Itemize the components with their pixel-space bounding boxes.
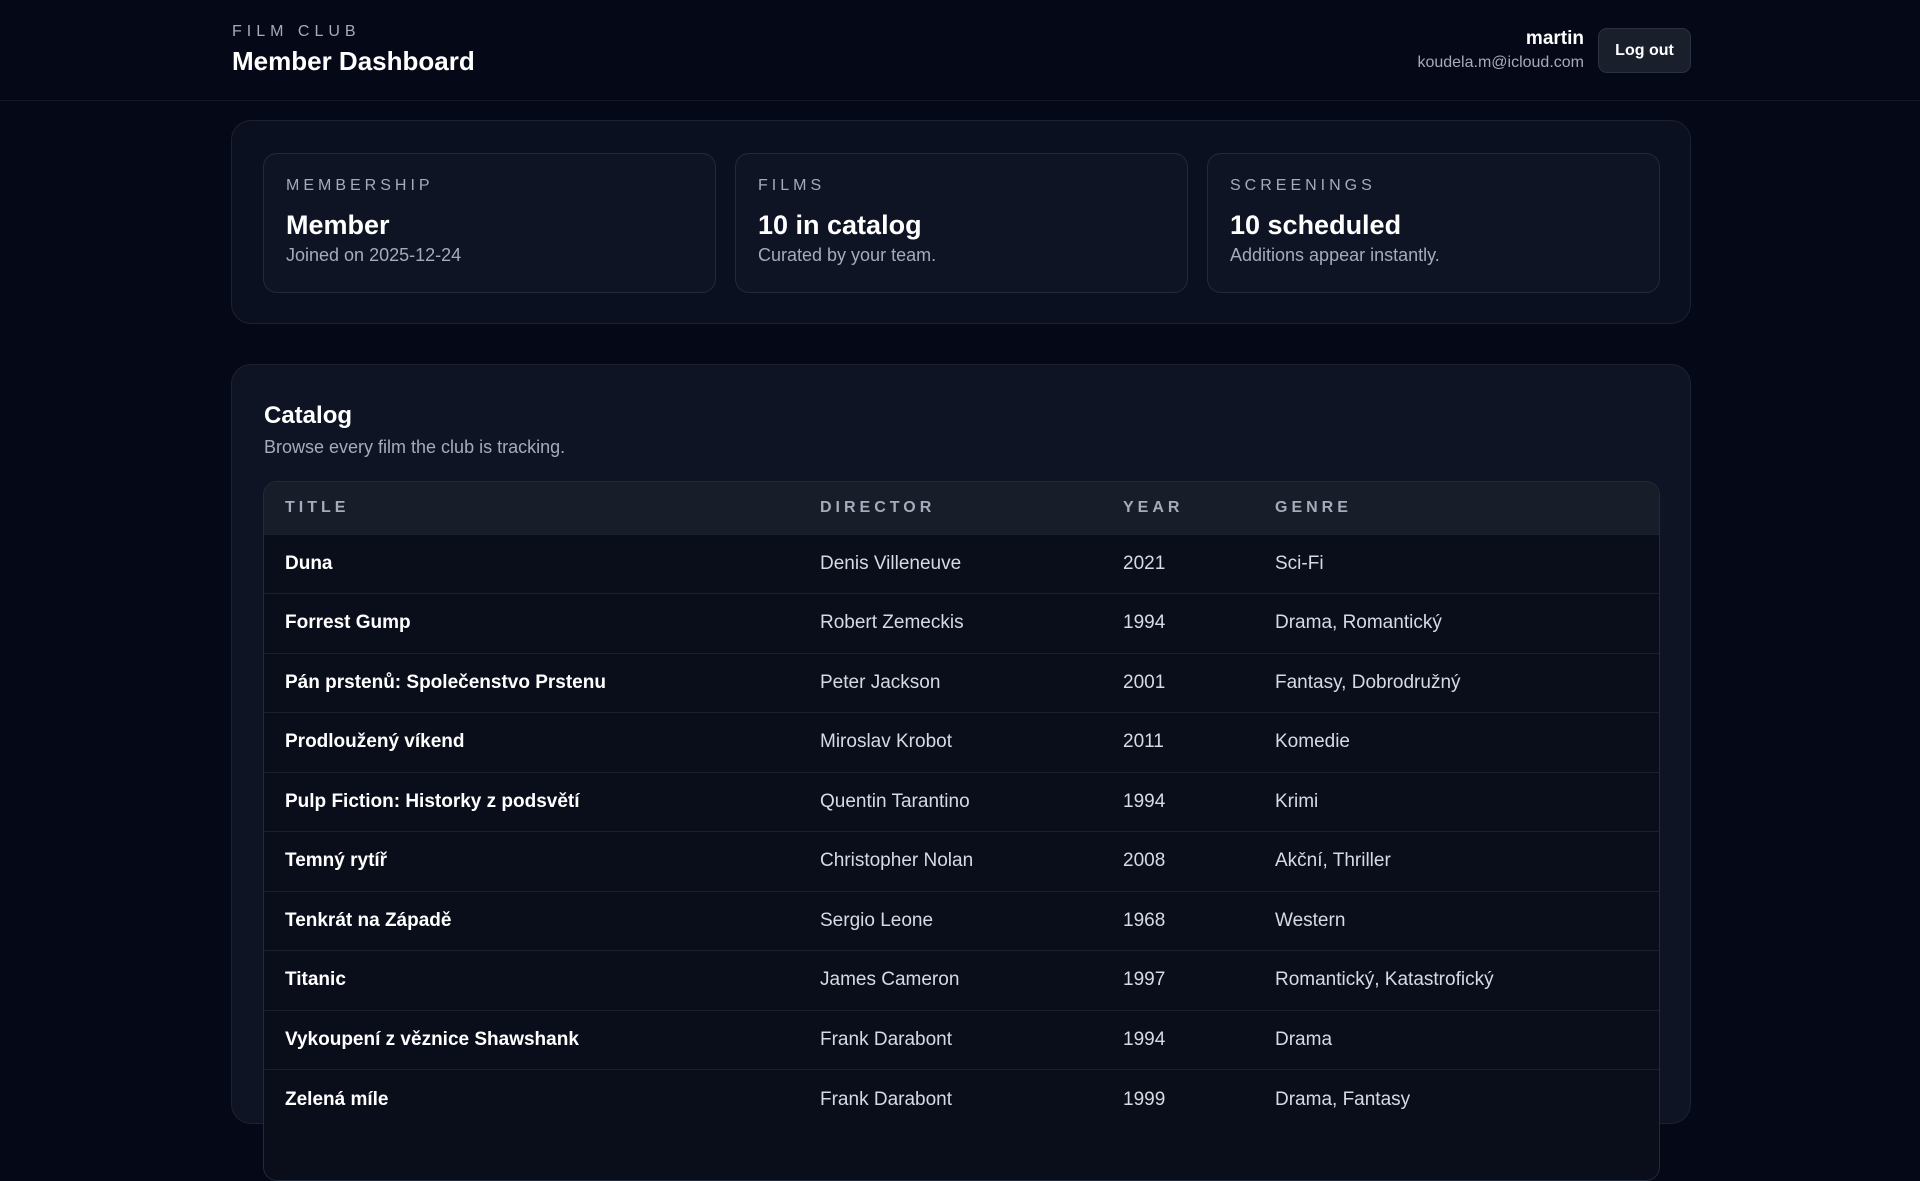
film-title: Tenkrát na Západě (285, 909, 452, 931)
stat-value: Member (286, 210, 390, 240)
stat-subtitle: Joined on 2025-12-24 (286, 245, 462, 265)
table-row: Vykoupení z věznice Shawshank Frank Darab… (264, 1010, 1659, 1070)
stat-value: 10 scheduled (1230, 210, 1402, 240)
film-genre: Drama, Fantasy (1275, 1088, 1411, 1110)
film-year: 1994 (1123, 612, 1166, 634)
film-year: 2021 (1123, 552, 1166, 574)
film-genre: Akční, Thriller (1275, 850, 1391, 872)
table-row: Pán prstenů: Společenstvo Prstenu Peter J… (264, 653, 1659, 713)
top-bar: FILM CLUB Member Dashboard martin koudel… (0, 0, 1920, 101)
page-title: Member Dashboard (232, 46, 475, 76)
column-header-title: TITLE (285, 498, 350, 516)
film-director: Christopher Nolan (820, 850, 974, 872)
film-director: Peter Jackson (820, 671, 941, 693)
film-genre: Western (1275, 909, 1346, 931)
column-header-director: DIRECTOR (820, 498, 936, 516)
film-director: Frank Darabont (820, 1088, 953, 1110)
user-name: martin (1525, 28, 1584, 49)
film-genre: Romantický, Katastrofický (1275, 969, 1494, 991)
table-row: Temný rytíř Christopher Nolan 2008 Akční, T… (264, 831, 1659, 892)
column-header-year: YEAR (1123, 498, 1184, 516)
table-row: Duna Denis Villeneuve 2021 Sci-Fi (264, 534, 1659, 594)
stat-value: 10 in catalog (758, 210, 922, 240)
stat-label: MEMBERSHIP (286, 177, 434, 194)
film-title: Temný rytíř (285, 850, 388, 872)
catalog-title: Catalog (264, 402, 353, 429)
film-genre: Drama (1275, 1028, 1333, 1050)
film-director: Denis Villeneuve (820, 552, 962, 574)
film-director: Frank Darabont (820, 1028, 953, 1050)
user-info: martin koudela.m@icloud.com (1417, 28, 1584, 74)
stat-card-films: FILMS 10 in catalog Curated by your team… (735, 153, 1188, 293)
film-title: Duna (285, 552, 333, 574)
film-director: Robert Zemeckis (820, 612, 964, 634)
stat-label: FILMS (758, 177, 826, 194)
film-genre: Drama, Romantický (1275, 612, 1442, 634)
brand-kicker: FILM CLUB (232, 23, 361, 40)
film-year: 2011 (1123, 731, 1164, 753)
table-row: Pulp Fiction: Historky z podsvětí Quentin… (264, 772, 1659, 832)
film-year: 2008 (1123, 850, 1166, 872)
film-title: Titanic (285, 969, 346, 991)
table-row: Prodloužený víkend Miroslav Krobot 2011 Kom… (264, 712, 1659, 773)
film-genre: Komedie (1275, 731, 1350, 753)
film-genre: Sci-Fi (1275, 552, 1324, 574)
film-title: Pulp Fiction: Historky z podsvětí (285, 790, 580, 812)
film-year: 1968 (1123, 909, 1166, 931)
film-title: Pán prstenů: Společenstvo Prstenu (285, 671, 606, 693)
film-director: Quentin Tarantino (820, 790, 970, 812)
stats-panel: MEMBERSHIP Member Joined on 2025-12-24 F… (231, 120, 1691, 324)
catalog-table-container[interactable]: TITLE DIRECTOR YEAR GENRE Duna Denis Vill… (263, 481, 1660, 1181)
user-email: koudela.m@icloud.com (1417, 54, 1584, 71)
film-director: James Cameron (820, 969, 960, 991)
film-director: Miroslav Krobot (820, 731, 952, 753)
catalog-table: TITLE DIRECTOR YEAR GENRE Duna Denis Vill… (264, 482, 1659, 1129)
film-genre: Krimi (1275, 790, 1319, 812)
stat-card-screenings: SCREENINGS 10 scheduled Additions appear… (1207, 153, 1660, 293)
brand: FILM CLUB Member Dashboard (232, 22, 475, 78)
table-row: Tenkrát na Západě Sergio Leone 1968 Western (264, 891, 1659, 951)
logout-button[interactable]: Log out (1598, 28, 1691, 73)
column-header-genre: GENRE (1275, 498, 1352, 516)
stat-card-membership: MEMBERSHIP Member Joined on 2025-12-24 (263, 153, 716, 293)
table-row: Titanic James Cameron 1997 Romantický, Kata… (264, 950, 1659, 1011)
film-title: Zelená míle (285, 1088, 389, 1110)
stat-label: SCREENINGS (1230, 177, 1376, 194)
table-header-row: TITLE DIRECTOR YEAR GENRE (264, 482, 1659, 534)
film-title: Vykoupení z věznice Shawshank (285, 1028, 579, 1050)
table-row: Zelená míle Frank Darabont 1999 Drama, Fant… (264, 1069, 1659, 1130)
film-director: Sergio Leone (820, 909, 934, 931)
stat-subtitle: Curated by your team. (758, 245, 937, 265)
film-title: Prodloužený víkend (285, 731, 465, 753)
film-title: Forrest Gump (285, 612, 411, 634)
table-row: Forrest Gump Robert Zemeckis 1994 Drama, Ro… (264, 593, 1659, 654)
film-year: 2001 (1123, 671, 1166, 693)
film-year: 1997 (1123, 969, 1166, 991)
stat-subtitle: Additions appear instantly. (1230, 245, 1440, 265)
film-year: 1994 (1123, 1028, 1166, 1050)
catalog-panel: Catalog Browse every film the club is tr… (231, 364, 1691, 1181)
table-body: Duna Denis Villeneuve 2021 Sci-Fi Forrest Gu… (264, 534, 1659, 1129)
catalog-subtitle: Browse every film the club is tracking. (264, 437, 566, 457)
table-header: TITLE DIRECTOR YEAR GENRE (264, 482, 1659, 534)
film-year: 1999 (1123, 1088, 1166, 1110)
film-year: 1994 (1123, 790, 1166, 812)
film-genre: Fantasy, Dobrodružný (1275, 671, 1461, 693)
